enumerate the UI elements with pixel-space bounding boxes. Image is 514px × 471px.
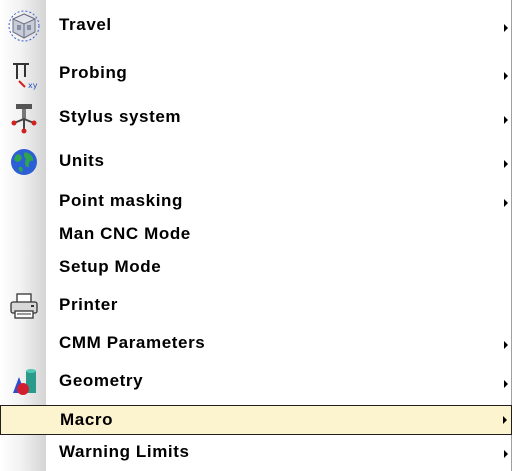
- menu-item-label: Macro: [60, 410, 114, 429]
- stylus-system-icon: [6, 100, 42, 136]
- menu-item-label: Point masking: [59, 191, 183, 210]
- menu-item-label: Stylus system: [59, 107, 182, 126]
- menu-item-label: Units: [59, 151, 105, 170]
- menu-item-printer[interactable]: Printer: [0, 286, 512, 326]
- menu-item-stylus-system[interactable]: Stylus system: [0, 98, 512, 138]
- submenu-arrow-icon: [503, 416, 507, 424]
- menu-item-label: Setup Mode: [59, 257, 162, 276]
- menu-item-probing[interactable]: xy Probing: [0, 54, 512, 94]
- menu-item-label: Warning Limits: [59, 442, 190, 461]
- menu-item-cmm-parameters[interactable]: CMM Parameters: [0, 328, 512, 358]
- svg-text:xy: xy: [28, 81, 38, 90]
- probing-icon: xy: [6, 56, 42, 92]
- submenu-arrow-icon: [504, 24, 508, 32]
- menu-item-warning-limits[interactable]: Warning Limits: [0, 438, 512, 468]
- printer-icon: [6, 288, 42, 324]
- submenu-arrow-icon: [504, 380, 508, 388]
- menu-item-label: Man CNC Mode: [59, 224, 191, 243]
- submenu-arrow-icon: [504, 199, 508, 207]
- menu-item-label: CMM Parameters: [59, 333, 206, 352]
- menu-item-label: Geometry: [59, 371, 144, 390]
- submenu-arrow-icon: [504, 160, 508, 168]
- menu-item-man-cnc-mode[interactable]: Man CNC Mode: [0, 219, 512, 249]
- menu-item-units[interactable]: Units: [0, 142, 512, 182]
- menu-item-label: Probing: [59, 63, 128, 82]
- travel-cube-icon: [6, 8, 42, 44]
- globe-icon: [6, 144, 42, 180]
- menu-item-setup-mode[interactable]: Setup Mode: [0, 252, 512, 282]
- menu-item-travel[interactable]: Travel: [0, 6, 512, 46]
- context-menu: Travel xy Probing Stylus system Units Po…: [0, 0, 512, 471]
- submenu-arrow-icon: [504, 341, 508, 349]
- menu-item-point-masking[interactable]: Point masking: [0, 186, 512, 216]
- menu-item-label: Printer: [59, 295, 118, 314]
- submenu-arrow-icon: [504, 450, 508, 458]
- submenu-arrow-icon: [504, 72, 508, 80]
- geometry-shapes-icon: [6, 364, 42, 400]
- menu-item-geometry[interactable]: Geometry: [0, 362, 512, 402]
- submenu-arrow-icon: [504, 116, 508, 124]
- menu-item-macro[interactable]: Macro: [0, 405, 512, 435]
- menu-item-label: Travel: [59, 15, 112, 34]
